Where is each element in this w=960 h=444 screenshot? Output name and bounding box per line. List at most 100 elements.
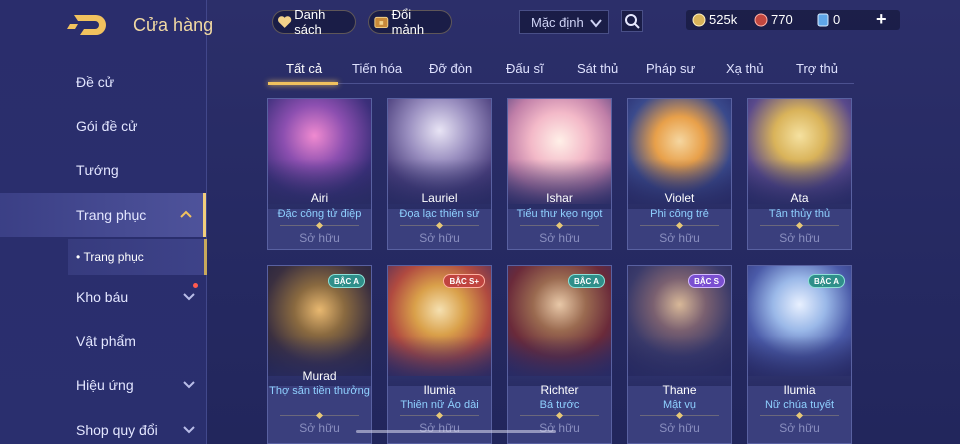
hero-name: Richter (540, 383, 579, 397)
sidebar-item-effects[interactable]: Hiệu ứng (0, 363, 206, 407)
hero-name: Thane (662, 383, 697, 397)
hero-name: Ilumia (783, 383, 816, 397)
category-tabs: Tất cả Tiến hóa Đỡ đòn Đấu sĩ Sát thủ Ph… (268, 58, 854, 84)
hero-name: Ishar (546, 191, 573, 205)
sidebar-item-label: Trang phục (76, 207, 147, 223)
add-currency-button[interactable]: + (876, 9, 887, 30)
chevron-down-icon (183, 381, 195, 389)
sort-dropdown[interactable]: Mặc định (519, 10, 609, 34)
sidebar-item-exchange-shop[interactable]: Shop quy đổi (0, 408, 206, 444)
sidebar-item-heroes[interactable]: Tướng (0, 148, 206, 192)
skin-card[interactable]: Lauriel Đọa lạc thiên sứ Sở hữu (387, 98, 492, 250)
coin-balance: 525k (692, 12, 737, 27)
owned-label: Sở hữu (659, 421, 700, 435)
sidebar-item-label: Đề cử (76, 74, 115, 90)
hero-name: Ilumia (423, 383, 456, 397)
coin-value: 525k (709, 12, 738, 27)
subnav-item-skins[interactable]: • Trang phục (68, 239, 207, 275)
skin-card[interactable]: Ishar Tiểu thư kẹo ngọt Sở hữu (507, 98, 612, 250)
owned-label: Sở hữu (779, 231, 820, 245)
tab-evolution[interactable]: Tiến hóa (352, 61, 402, 76)
heart-icon (278, 16, 292, 28)
chevron-down-icon (590, 19, 602, 28)
sidebar-item-label: Hiệu ứng (76, 377, 134, 393)
owned-label: Sở hữu (299, 421, 340, 435)
tab-tank[interactable]: Đỡ đòn (429, 61, 472, 76)
owned-label: Sở hữu (419, 231, 460, 245)
list-button[interactable]: Danh sách (272, 7, 356, 37)
tab-assassin[interactable]: Sát thủ (577, 61, 618, 76)
tab-all[interactable]: Tất cả (286, 61, 322, 76)
tab-support[interactable]: Trợ thủ (796, 61, 838, 76)
chevron-down-icon (183, 426, 195, 434)
plus-icon: + (876, 9, 887, 29)
sidebar-item-label: Kho báu (76, 289, 129, 305)
tier-badge: BẬC A (567, 274, 605, 288)
skin-name: Mật vụ (662, 399, 696, 411)
search-icon (625, 14, 640, 29)
skin-card[interactable]: BẬC S Thane Mật vụ Sở hữu (627, 265, 732, 444)
sidebar-item-treasure[interactable]: Kho báu (0, 275, 206, 319)
skin-card[interactable]: Ata Tân thủy thủ Sở hữu (747, 98, 852, 250)
tier-badge: BẬC A (807, 274, 845, 288)
skin-name: Bá tước (539, 399, 580, 411)
sidebar-item-skins[interactable]: Trang phục (0, 193, 206, 237)
owned-label: Sở hữu (539, 231, 580, 245)
search-button[interactable] (621, 10, 643, 32)
voucher-value: 0 (833, 12, 841, 27)
skin-card[interactable]: BẬC A Murad Thợ săn tiền thưởng Sở hữu (267, 265, 372, 444)
sidebar: Cửa hàng Đề cử Gói đề cử Tướng Trang phụ… (0, 0, 213, 444)
skin-name: Tân thủy thủ (768, 208, 831, 220)
voucher-balance: 0 (816, 12, 840, 27)
skin-name: Đặc công tử điệp (277, 208, 362, 220)
owned-label: Sở hữu (659, 231, 700, 245)
tier-badge: BẬC A (327, 274, 365, 288)
skin-card[interactable]: BẬC S+ Ilumia Thiên nữ Áo dài Sở hữu (387, 265, 492, 444)
sidebar-item-label: Shop quy đổi (76, 422, 158, 438)
sidebar-item-recommended[interactable]: Đề cử (0, 60, 206, 104)
tier-badge: BẬC S (688, 274, 725, 288)
hero-name: Airi (310, 191, 329, 205)
gem-value: 770 (771, 12, 793, 27)
skin-name: Thiên nữ Áo dài (400, 399, 479, 411)
skin-card[interactable]: BẬC A Ilumia Nữ chúa tuyết Sở hữu (747, 265, 852, 444)
skin-card[interactable]: BẬC A Richter Bá tước Sở hữu (507, 265, 612, 444)
tab-mage[interactable]: Pháp sư (646, 61, 695, 76)
subnav-item-label: Trang phục (83, 250, 144, 264)
voucher-icon (817, 13, 829, 26)
exchange-button-label: Đổi mảnh (391, 7, 425, 37)
sidebar-item-items[interactable]: Vật phẩm (0, 319, 206, 363)
coin-icon (692, 13, 706, 26)
back-icon[interactable] (66, 12, 112, 38)
horizontal-scrollbar[interactable] (356, 430, 556, 433)
gem-balance: 770 (754, 12, 793, 27)
sidebar-item-label: Vật phẩm (76, 333, 136, 349)
chevron-down-icon (183, 293, 195, 301)
skin-name: Đọa lạc thiên sứ (399, 208, 480, 220)
skin-name: Thợ săn tiền thưởng (269, 385, 370, 397)
tab-marksman[interactable]: Xạ thủ (726, 61, 764, 76)
hero-name: Violet (664, 191, 695, 205)
notification-dot (193, 283, 198, 288)
chest-icon (374, 16, 389, 29)
sidebar-item-label: Gói đề cử (76, 118, 138, 134)
tab-fighter[interactable]: Đấu sĩ (506, 61, 544, 76)
owned-label: Sở hữu (299, 231, 340, 245)
owned-label: Sở hữu (779, 421, 820, 435)
list-button-label: Danh sách (294, 7, 326, 37)
currency-bar: 525k 770 0 + (686, 9, 900, 30)
hero-name: Ata (790, 191, 809, 205)
chevron-up-icon (180, 210, 192, 218)
skin-name: Phi công trẻ (650, 208, 709, 220)
tier-badge: BẬC S+ (443, 274, 485, 288)
skin-name: Tiểu thư kẹo ngọt (516, 208, 603, 220)
hero-name: Lauriel (421, 191, 458, 205)
ruby-icon (754, 13, 768, 26)
exchange-fragments-button[interactable]: Đổi mảnh (368, 7, 452, 37)
skin-name: Nữ chúa tuyết (764, 399, 835, 411)
skin-card[interactable]: Airi Đặc công tử điệp Sở hữu (267, 98, 372, 250)
active-tab-indicator (268, 82, 338, 85)
skin-card[interactable]: Violet Phi công trẻ Sở hữu (627, 98, 732, 250)
page-title: Cửa hàng (133, 15, 214, 35)
sidebar-item-bundles[interactable]: Gói đề cử (0, 104, 206, 148)
